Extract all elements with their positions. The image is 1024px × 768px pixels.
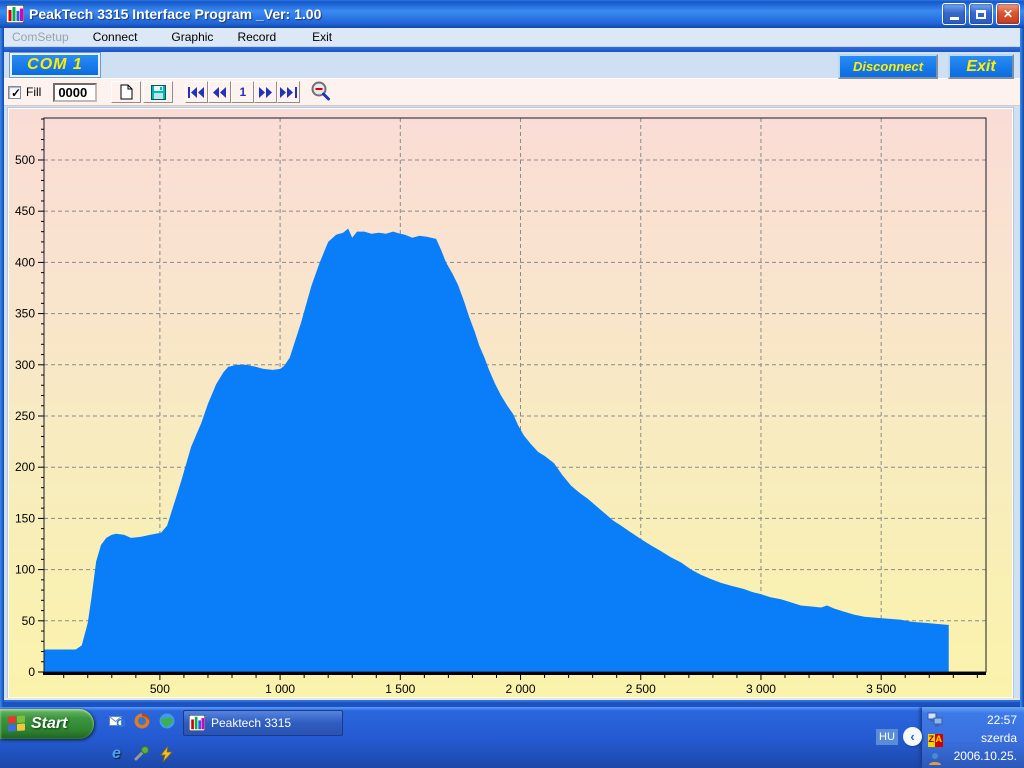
menu-exit[interactable]: Exit bbox=[300, 30, 344, 44]
connection-row: COM 1 Disconnect Exit bbox=[0, 52, 1024, 79]
client-area: 0 50 100 150 200 250 300 350 400 450 500 500 1 000 1 … bbox=[0, 106, 1024, 707]
svg-text:1 500: 1 500 bbox=[385, 682, 415, 695]
menu-graphic[interactable]: Graphic bbox=[159, 30, 225, 44]
za-tray-icon[interactable]: ZA bbox=[927, 732, 943, 748]
chevron-left-icon: ‹ bbox=[910, 729, 915, 744]
app-window: PeakTech 3315 Interface Program _Ver: 1.… bbox=[0, 0, 1024, 707]
svg-text:3 000: 3 000 bbox=[746, 682, 776, 695]
skip-to-start-icon bbox=[188, 86, 205, 98]
minimize-icon bbox=[949, 17, 959, 20]
firefox-icon[interactable] bbox=[133, 712, 150, 729]
window-border-left bbox=[0, 28, 4, 707]
save-button[interactable] bbox=[143, 81, 174, 103]
user-tray-icon[interactable] bbox=[927, 751, 943, 767]
task-button-label: Peaktech 3315 bbox=[211, 716, 292, 730]
clock-area: 22:57 szerda 2006.10.25. bbox=[946, 713, 1017, 763]
tray-chevron-button[interactable]: ‹ bbox=[903, 727, 922, 746]
tool-icon[interactable] bbox=[133, 745, 150, 762]
svg-text:450: 450 bbox=[15, 204, 35, 218]
internet-explorer-icon[interactable]: e bbox=[108, 745, 125, 762]
start-label: Start bbox=[31, 715, 68, 732]
menu-bar: ComSetup Connect Graphic Record Exit bbox=[0, 28, 1024, 47]
record-navigation: 1 bbox=[185, 81, 301, 103]
previous-page-button[interactable] bbox=[208, 81, 232, 103]
start-button[interactable]: Start bbox=[0, 709, 94, 739]
svg-text:500: 500 bbox=[150, 682, 170, 695]
network-tray-icon[interactable] bbox=[927, 711, 943, 727]
svg-text:400: 400 bbox=[15, 255, 35, 269]
taskbar-app-button[interactable]: Peaktech 3315 bbox=[183, 710, 343, 736]
menu-connect[interactable]: Connect bbox=[81, 30, 150, 44]
chart-panel: 0 50 100 150 200 250 300 350 400 450 500 500 1 000 1 … bbox=[7, 107, 1014, 699]
save-icon bbox=[150, 84, 166, 100]
language-indicator[interactable]: HU bbox=[876, 729, 898, 745]
measurement-chart: 0 50 100 150 200 250 300 350 400 450 500 500 1 000 1 … bbox=[15, 117, 987, 695]
fill-checkbox[interactable]: ✓ bbox=[8, 85, 22, 100]
svg-text:2 000: 2 000 bbox=[506, 682, 536, 695]
zoom-out-button[interactable] bbox=[308, 80, 334, 104]
clock-day: szerda bbox=[980, 731, 1017, 745]
title-bar: PeakTech 3315 Interface Program _Ver: 1.… bbox=[0, 0, 1024, 28]
first-record-button[interactable] bbox=[185, 81, 209, 103]
magnifier-minus-icon bbox=[311, 81, 331, 101]
menu-comsetup[interactable]: ComSetup bbox=[0, 30, 81, 44]
maximize-icon bbox=[976, 9, 986, 19]
maximize-button[interactable] bbox=[969, 3, 993, 25]
svg-text:2 500: 2 500 bbox=[626, 682, 656, 695]
svg-text:0: 0 bbox=[28, 665, 35, 679]
window-bottom-edge bbox=[0, 698, 1024, 707]
skip-to-end-icon bbox=[280, 86, 298, 98]
clock-date: 2006.10.25. bbox=[953, 749, 1017, 763]
new-record-button[interactable] bbox=[111, 81, 142, 103]
blank-page-icon bbox=[120, 84, 133, 100]
fast-forward-icon bbox=[258, 86, 272, 98]
svg-text:50: 50 bbox=[22, 614, 36, 628]
taskbar: Start e Peaktech 3315 HU ‹ ZA 22:57 szer… bbox=[0, 707, 1024, 768]
winamp-icon[interactable] bbox=[158, 745, 175, 762]
close-icon: ✕ bbox=[1002, 7, 1014, 21]
com-port-badge: COM 1 bbox=[9, 52, 101, 78]
last-record-button[interactable] bbox=[277, 81, 301, 103]
svg-text:1 000: 1 000 bbox=[265, 682, 295, 695]
disconnect-button[interactable]: Disconnect bbox=[838, 54, 938, 79]
mail-icon[interactable] bbox=[108, 712, 125, 729]
next-page-button[interactable] bbox=[254, 81, 278, 103]
minimize-button[interactable] bbox=[942, 3, 966, 25]
fill-label: Fill bbox=[26, 85, 42, 99]
svg-text:3 500: 3 500 bbox=[866, 682, 896, 695]
clock-time: 22:57 bbox=[986, 713, 1017, 727]
window-title: PeakTech 3315 Interface Program _Ver: 1.… bbox=[29, 6, 322, 22]
svg-text:500: 500 bbox=[15, 153, 35, 167]
window-border-right bbox=[1020, 28, 1024, 707]
windows-logo-icon bbox=[8, 715, 26, 732]
rewind-icon bbox=[212, 86, 226, 98]
svg-text:150: 150 bbox=[15, 511, 35, 525]
app-icon bbox=[6, 5, 24, 23]
exit-button[interactable]: Exit bbox=[948, 54, 1014, 79]
app-icon bbox=[189, 715, 205, 731]
toolbar: ✓ Fill 1 bbox=[0, 78, 1024, 106]
svg-text:350: 350 bbox=[15, 307, 35, 321]
svg-text:100: 100 bbox=[15, 563, 35, 577]
close-button[interactable]: ✕ bbox=[996, 3, 1020, 25]
page-number-button[interactable]: 1 bbox=[231, 81, 255, 103]
record-counter-field[interactable] bbox=[53, 82, 98, 102]
svg-text:200: 200 bbox=[15, 460, 35, 474]
svg-text:300: 300 bbox=[15, 358, 35, 372]
checkmark-icon: ✓ bbox=[11, 85, 22, 100]
globe-icon[interactable] bbox=[158, 712, 175, 729]
menu-record[interactable]: Record bbox=[225, 30, 288, 44]
svg-text:250: 250 bbox=[15, 409, 35, 423]
